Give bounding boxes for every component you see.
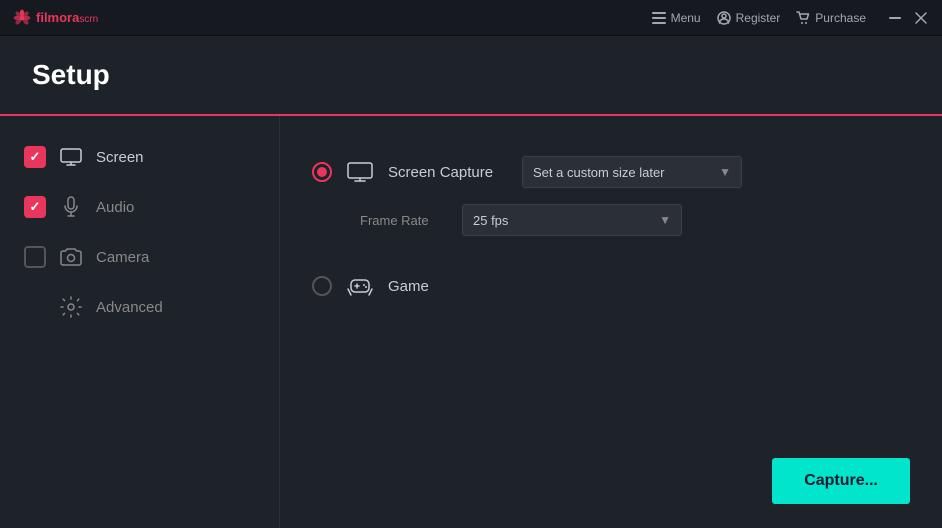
capture-button[interactable]: Capture... (772, 458, 910, 504)
page-title: Setup (32, 59, 110, 91)
audio-checkbox[interactable] (24, 196, 46, 218)
close-button[interactable] (912, 9, 930, 27)
purchase-icon (796, 11, 810, 25)
screen-capture-radio[interactable] (312, 162, 332, 182)
screen-capture-size-value: Set a custom size later (533, 165, 665, 180)
audio-label: Audio (96, 199, 134, 216)
menu-button[interactable]: Menu (652, 11, 701, 25)
frame-rate-label: Frame Rate (360, 213, 450, 228)
logo-filmora: filmora (36, 10, 79, 25)
game-capture-radio[interactable] (312, 276, 332, 296)
sidebar-item-camera[interactable]: Camera (0, 232, 279, 282)
screen-capture-option[interactable]: Screen Capture Set a custom size later ▼ (312, 140, 910, 204)
frame-rate-value: 25 fps (473, 213, 508, 228)
screen-label: Screen (96, 149, 144, 166)
audio-icon (60, 196, 82, 218)
purchase-button[interactable]: Purchase (796, 11, 866, 25)
screen-capture-size-dropdown[interactable]: Set a custom size later ▼ (522, 156, 742, 188)
register-icon (717, 11, 731, 25)
camera-label: Camera (96, 249, 149, 266)
sidebar-item-advanced[interactable]: Advanced (0, 282, 279, 332)
camera-checkbox[interactable] (24, 246, 46, 268)
logo-text: filmorascrn (36, 10, 98, 25)
camera-icon (60, 246, 82, 268)
close-icon (915, 12, 927, 24)
frame-rate-dropdown[interactable]: 25 fps ▼ (462, 204, 682, 236)
advanced-label: Advanced (96, 299, 163, 316)
window-controls (886, 9, 930, 27)
titlebar-left: filmorascrn (12, 8, 98, 28)
frame-rate-row: Frame Rate 25 fps ▼ (360, 204, 910, 236)
logo-flower-icon (12, 8, 32, 28)
screen-capture-icon (346, 158, 374, 186)
sidebar-item-audio[interactable]: Audio (0, 182, 279, 232)
sidebar-item-screen[interactable]: Screen (0, 132, 279, 182)
minimize-icon (889, 17, 901, 19)
screen-icon (60, 146, 82, 168)
sidebar: Screen Audio Camera (0, 116, 280, 528)
frame-rate-arrow: ▼ (659, 213, 671, 227)
app-header: Setup (0, 36, 942, 116)
advanced-icon (60, 296, 82, 318)
screen-checkbox[interactable] (24, 146, 46, 168)
titlebar: filmorascrn Menu Register (0, 0, 942, 36)
minimize-button[interactable] (886, 9, 904, 27)
register-button[interactable]: Register (717, 11, 781, 25)
content-area: Screen Capture Set a custom size later ▼… (280, 116, 942, 528)
app-logo: filmorascrn (12, 8, 98, 28)
screen-capture-label: Screen Capture (388, 164, 508, 181)
game-label: Game (388, 278, 508, 295)
main-content: Screen Audio Camera (0, 116, 942, 528)
titlebar-right: Menu Register Purchase (652, 9, 930, 27)
menu-icon (652, 12, 666, 24)
game-icon (346, 272, 374, 300)
screen-capture-size-arrow: ▼ (719, 165, 731, 179)
game-capture-option[interactable]: Game (312, 256, 910, 316)
logo-scrn: scrn (79, 14, 98, 25)
